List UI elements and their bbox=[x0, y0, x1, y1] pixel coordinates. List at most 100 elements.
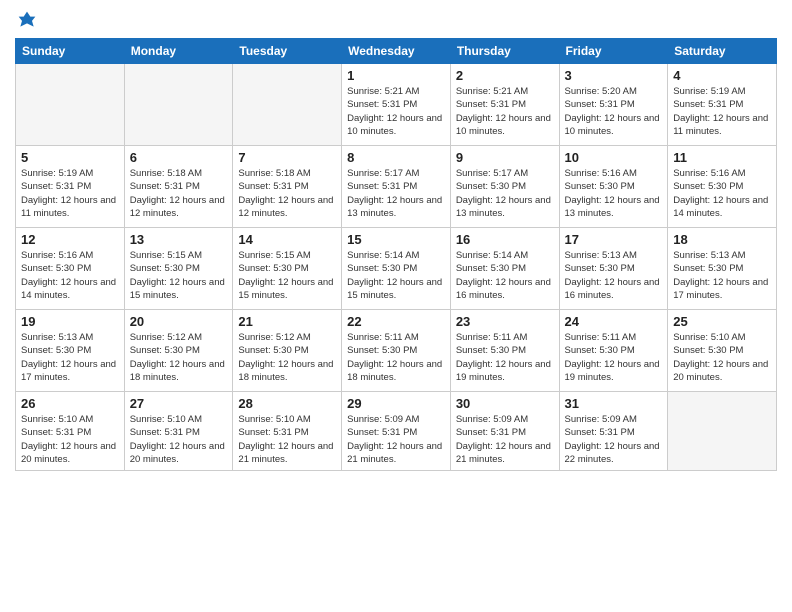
day-info: Sunrise: 5:16 AMSunset: 5:30 PMDaylight:… bbox=[565, 167, 663, 220]
calendar-cell: 4 Sunrise: 5:19 AMSunset: 5:31 PMDaylight… bbox=[668, 64, 777, 146]
day-info: Sunrise: 5:16 AMSunset: 5:30 PMDaylight:… bbox=[21, 249, 119, 302]
calendar-cell: 2 Sunrise: 5:21 AMSunset: 5:31 PMDaylight… bbox=[450, 64, 559, 146]
day-number: 5 bbox=[21, 150, 119, 165]
day-info: Sunrise: 5:14 AMSunset: 5:30 PMDaylight:… bbox=[347, 249, 445, 302]
calendar-cell bbox=[124, 64, 233, 146]
day-info: Sunrise: 5:11 AMSunset: 5:30 PMDaylight:… bbox=[456, 331, 554, 384]
calendar-cell: 12 Sunrise: 5:16 AMSunset: 5:30 PMDayligh… bbox=[16, 228, 125, 310]
calendar-cell: 22Sunrise: 5:11 AMSunset: 5:30 PMDayligh… bbox=[342, 310, 451, 392]
page-header bbox=[15, 10, 777, 30]
calendar-table: SundayMondayTuesdayWednesdayThursdayFrid… bbox=[15, 38, 777, 471]
calendar-cell: 5 Sunrise: 5:19 AMSunset: 5:31 PMDaylight… bbox=[16, 146, 125, 228]
day-number: 28 bbox=[238, 396, 336, 411]
calendar-cell: 23 Sunrise: 5:11 AMSunset: 5:30 PMDayligh… bbox=[450, 310, 559, 392]
day-number: 14 bbox=[238, 232, 336, 247]
day-info: Sunrise: 5:09 AMSunset: 5:31 PMDaylight:… bbox=[565, 413, 663, 466]
logo-icon bbox=[17, 10, 37, 30]
day-info: Sunrise: 5:17 AMSunset: 5:30 PMDaylight:… bbox=[456, 167, 554, 220]
calendar-cell bbox=[668, 392, 777, 471]
day-info: Sunrise: 5:20 AMSunset: 5:31 PMDaylight:… bbox=[565, 85, 663, 138]
day-info: Sunrise: 5:21 AMSunset: 5:31 PMDaylight:… bbox=[347, 85, 445, 138]
day-info: Sunrise: 5:09 AMSunset: 5:31 PMDaylight:… bbox=[456, 413, 554, 466]
calendar-cell: 10Sunrise: 5:16 AMSunset: 5:30 PMDayligh… bbox=[559, 146, 668, 228]
day-info: Sunrise: 5:14 AMSunset: 5:30 PMDaylight:… bbox=[456, 249, 554, 302]
calendar-cell: 6 Sunrise: 5:18 AMSunset: 5:31 PMDaylight… bbox=[124, 146, 233, 228]
day-number: 12 bbox=[21, 232, 119, 247]
week-row-1: 5 Sunrise: 5:19 AMSunset: 5:31 PMDaylight… bbox=[16, 146, 777, 228]
calendar-cell: 14 Sunrise: 5:15 AMSunset: 5:30 PMDayligh… bbox=[233, 228, 342, 310]
day-info: Sunrise: 5:21 AMSunset: 5:31 PMDaylight:… bbox=[456, 85, 554, 138]
day-number: 1 bbox=[347, 68, 445, 83]
day-info: Sunrise: 5:15 AMSunset: 5:30 PMDaylight:… bbox=[238, 249, 336, 302]
calendar-cell: 27 Sunrise: 5:10 AMSunset: 5:31 PMDayligh… bbox=[124, 392, 233, 471]
day-info: Sunrise: 5:19 AMSunset: 5:31 PMDaylight:… bbox=[673, 85, 771, 138]
day-number: 22 bbox=[347, 314, 445, 329]
weekday-header-sunday: Sunday bbox=[16, 39, 125, 64]
day-info: Sunrise: 5:12 AMSunset: 5:30 PMDaylight:… bbox=[238, 331, 336, 384]
day-info: Sunrise: 5:18 AMSunset: 5:31 PMDaylight:… bbox=[130, 167, 228, 220]
day-info: Sunrise: 5:17 AMSunset: 5:31 PMDaylight:… bbox=[347, 167, 445, 220]
day-number: 9 bbox=[456, 150, 554, 165]
day-info: Sunrise: 5:09 AMSunset: 5:31 PMDaylight:… bbox=[347, 413, 445, 466]
calendar-cell: 13 Sunrise: 5:15 AMSunset: 5:30 PMDayligh… bbox=[124, 228, 233, 310]
weekday-header-row: SundayMondayTuesdayWednesdayThursdayFrid… bbox=[16, 39, 777, 64]
day-info: Sunrise: 5:13 AMSunset: 5:30 PMDaylight:… bbox=[565, 249, 663, 302]
calendar-cell: 16 Sunrise: 5:14 AMSunset: 5:30 PMDayligh… bbox=[450, 228, 559, 310]
calendar-cell bbox=[233, 64, 342, 146]
calendar-cell: 28 Sunrise: 5:10 AMSunset: 5:31 PMDayligh… bbox=[233, 392, 342, 471]
weekday-header-wednesday: Wednesday bbox=[342, 39, 451, 64]
day-number: 3 bbox=[565, 68, 663, 83]
day-info: Sunrise: 5:10 AMSunset: 5:31 PMDaylight:… bbox=[21, 413, 119, 466]
calendar-cell: 24 Sunrise: 5:11 AMSunset: 5:30 PMDayligh… bbox=[559, 310, 668, 392]
logo bbox=[15, 10, 37, 30]
calendar-cell: 8 Sunrise: 5:17 AMSunset: 5:31 PMDaylight… bbox=[342, 146, 451, 228]
calendar-cell: 21 Sunrise: 5:12 AMSunset: 5:30 PMDayligh… bbox=[233, 310, 342, 392]
day-number: 13 bbox=[130, 232, 228, 247]
day-number: 27 bbox=[130, 396, 228, 411]
day-number: 8 bbox=[347, 150, 445, 165]
day-number: 2 bbox=[456, 68, 554, 83]
day-number: 19 bbox=[21, 314, 119, 329]
day-number: 26 bbox=[21, 396, 119, 411]
calendar-cell: 25 Sunrise: 5:10 AMSunset: 5:30 PMDayligh… bbox=[668, 310, 777, 392]
day-number: 16 bbox=[456, 232, 554, 247]
day-number: 17 bbox=[565, 232, 663, 247]
day-info: Sunrise: 5:10 AMSunset: 5:31 PMDaylight:… bbox=[130, 413, 228, 466]
calendar-cell: 17 Sunrise: 5:13 AMSunset: 5:30 PMDayligh… bbox=[559, 228, 668, 310]
day-number: 25 bbox=[673, 314, 771, 329]
day-number: 24 bbox=[565, 314, 663, 329]
day-number: 23 bbox=[456, 314, 554, 329]
week-row-0: 1 Sunrise: 5:21 AMSunset: 5:31 PMDaylight… bbox=[16, 64, 777, 146]
day-info: Sunrise: 5:12 AMSunset: 5:30 PMDaylight:… bbox=[130, 331, 228, 384]
week-row-2: 12 Sunrise: 5:16 AMSunset: 5:30 PMDayligh… bbox=[16, 228, 777, 310]
weekday-header-friday: Friday bbox=[559, 39, 668, 64]
day-number: 21 bbox=[238, 314, 336, 329]
day-info: Sunrise: 5:19 AMSunset: 5:31 PMDaylight:… bbox=[21, 167, 119, 220]
calendar-cell: 26 Sunrise: 5:10 AMSunset: 5:31 PMDayligh… bbox=[16, 392, 125, 471]
day-number: 29 bbox=[347, 396, 445, 411]
calendar-cell: 19 Sunrise: 5:13 AMSunset: 5:30 PMDayligh… bbox=[16, 310, 125, 392]
week-row-4: 26 Sunrise: 5:10 AMSunset: 5:31 PMDayligh… bbox=[16, 392, 777, 471]
weekday-header-saturday: Saturday bbox=[668, 39, 777, 64]
day-info: Sunrise: 5:10 AMSunset: 5:31 PMDaylight:… bbox=[238, 413, 336, 466]
weekday-header-tuesday: Tuesday bbox=[233, 39, 342, 64]
day-info: Sunrise: 5:15 AMSunset: 5:30 PMDaylight:… bbox=[130, 249, 228, 302]
calendar-cell: 31 Sunrise: 5:09 AMSunset: 5:31 PMDayligh… bbox=[559, 392, 668, 471]
day-number: 31 bbox=[565, 396, 663, 411]
day-info: Sunrise: 5:13 AMSunset: 5:30 PMDaylight:… bbox=[21, 331, 119, 384]
day-number: 11 bbox=[673, 150, 771, 165]
day-number: 4 bbox=[673, 68, 771, 83]
calendar-cell: 3 Sunrise: 5:20 AMSunset: 5:31 PMDaylight… bbox=[559, 64, 668, 146]
weekday-header-thursday: Thursday bbox=[450, 39, 559, 64]
day-info: Sunrise: 5:13 AMSunset: 5:30 PMDaylight:… bbox=[673, 249, 771, 302]
calendar-cell: 29 Sunrise: 5:09 AMSunset: 5:31 PMDayligh… bbox=[342, 392, 451, 471]
day-number: 7 bbox=[238, 150, 336, 165]
calendar-cell: 30 Sunrise: 5:09 AMSunset: 5:31 PMDayligh… bbox=[450, 392, 559, 471]
day-info: Sunrise: 5:11 AMSunset: 5:30 PMDaylight:… bbox=[565, 331, 663, 384]
day-number: 6 bbox=[130, 150, 228, 165]
calendar-cell: 11 Sunrise: 5:16 AMSunset: 5:30 PMDayligh… bbox=[668, 146, 777, 228]
day-info: Sunrise: 5:16 AMSunset: 5:30 PMDaylight:… bbox=[673, 167, 771, 220]
day-info: Sunrise: 5:10 AMSunset: 5:30 PMDaylight:… bbox=[673, 331, 771, 384]
day-number: 30 bbox=[456, 396, 554, 411]
calendar-cell: 18Sunrise: 5:13 AMSunset: 5:30 PMDayligh… bbox=[668, 228, 777, 310]
